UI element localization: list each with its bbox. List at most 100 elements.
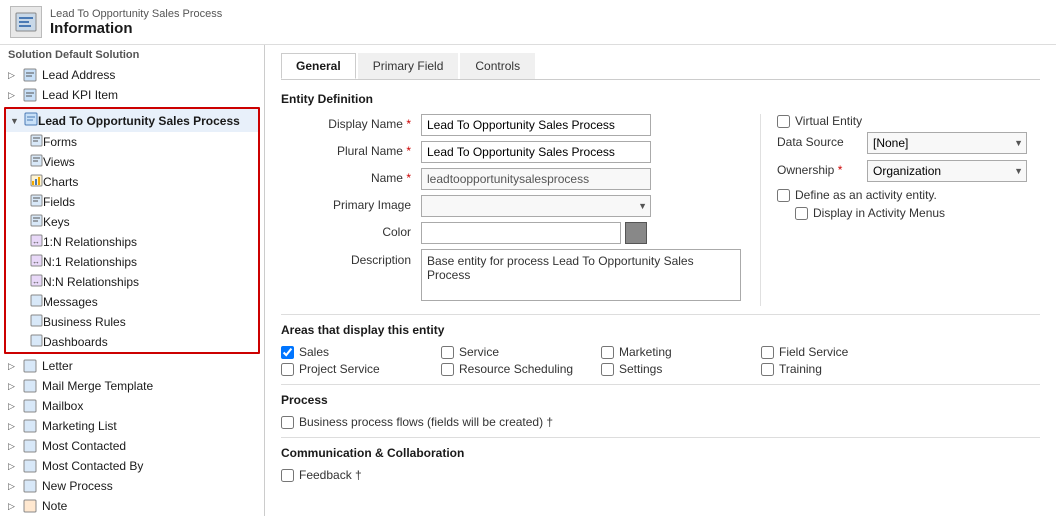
feedback-checkbox[interactable] xyxy=(281,469,294,482)
communication-header: Communication & Collaboration xyxy=(281,446,1040,460)
primary-image-value: ▼ xyxy=(421,195,760,217)
area-project-service-checkbox[interactable] xyxy=(281,363,294,376)
tab-primary-field[interactable]: Primary Field xyxy=(358,53,459,79)
svg-text:↔: ↔ xyxy=(32,277,40,286)
entity-definition-form: Display Name * Plural Name * xyxy=(281,114,1040,306)
divider-3 xyxy=(281,437,1040,438)
entity-icon xyxy=(22,418,38,434)
sidebar-child-n1[interactable]: ↔ N:1 Relationships xyxy=(6,252,258,272)
svg-text:↔: ↔ xyxy=(32,257,40,266)
ownership-label: Ownership * xyxy=(777,160,867,177)
tab-general[interactable]: General xyxy=(281,53,356,79)
area-settings: Settings xyxy=(601,362,761,376)
sidebar-item-marketing-list[interactable]: ▷ Marketing List xyxy=(0,416,264,436)
sidebar-child-dashboards[interactable]: Dashboards xyxy=(6,332,258,352)
1n-icon: ↔ xyxy=(30,234,43,250)
sidebar-item-lead-kpi[interactable]: ▷ Lead KPI Item xyxy=(0,85,264,105)
child-label: Views xyxy=(43,155,75,169)
expand-icon: ▷ xyxy=(8,441,20,452)
virtual-entity-checkbox[interactable] xyxy=(777,115,790,128)
area-field-service-checkbox[interactable] xyxy=(761,346,774,359)
define-activity-checkbox[interactable] xyxy=(777,189,790,202)
sidebar-child-messages[interactable]: Messages xyxy=(6,292,258,312)
sidebar-group-header[interactable]: ▼ Lead To Opportunity Sales Process xyxy=(6,109,258,132)
entity-icon xyxy=(22,478,38,494)
primary-image-select[interactable] xyxy=(421,195,651,217)
color-picker-button[interactable] xyxy=(625,222,647,244)
sidebar-child-forms[interactable]: Forms xyxy=(6,132,258,152)
sidebar-item-letter[interactable]: ▷ Letter xyxy=(0,356,264,376)
required-star: * xyxy=(406,144,411,158)
sidebar-child-business-rules[interactable]: Business Rules xyxy=(6,312,258,332)
name-input[interactable] xyxy=(421,168,651,190)
sidebar-child-1n[interactable]: ↔ 1:N Relationships xyxy=(6,232,258,252)
display-name-input[interactable] xyxy=(421,114,651,136)
group-label: Lead To Opportunity Sales Process xyxy=(38,114,240,128)
sidebar-child-charts[interactable]: Charts xyxy=(6,172,258,192)
area-service-checkbox[interactable] xyxy=(441,346,454,359)
sidebar-item-lead-address[interactable]: ▷ Lead Address xyxy=(0,65,264,85)
required-star: * xyxy=(406,117,411,131)
expand-icon: ▼ xyxy=(10,116,22,126)
child-label: Charts xyxy=(43,175,78,189)
child-label: Forms xyxy=(43,135,77,149)
sidebar-item-most-contacted[interactable]: ▷ Most Contacted xyxy=(0,436,264,456)
display-name-row: Display Name * xyxy=(281,114,760,136)
area-training-checkbox[interactable] xyxy=(761,363,774,376)
description-row: Description Base entity for process Lead… xyxy=(281,249,760,301)
sidebar-item-mail-merge[interactable]: ▷ Mail Merge Template xyxy=(0,376,264,396)
tab-controls[interactable]: Controls xyxy=(460,53,535,79)
expand-icon: ▷ xyxy=(8,70,20,81)
name-row: Name * xyxy=(281,168,760,190)
define-activity-row: Define as an activity entity. xyxy=(777,188,1040,202)
charts-icon xyxy=(30,174,43,190)
ownership-select[interactable]: Organization xyxy=(867,160,1027,182)
entity-icon xyxy=(22,498,38,514)
child-label: N:N Relationships xyxy=(43,275,139,289)
sidebar-child-keys[interactable]: Keys xyxy=(6,212,258,232)
area-sales-checkbox[interactable] xyxy=(281,346,294,359)
display-activity-row: Display in Activity Menus xyxy=(795,206,1040,220)
main-area: Solution Default Solution ▷ Lead Address… xyxy=(0,45,1056,516)
entity-icon xyxy=(22,67,38,83)
plural-name-value xyxy=(421,141,760,163)
sidebar-child-views[interactable]: Views xyxy=(6,152,258,172)
child-label: N:1 Relationships xyxy=(43,255,137,269)
area-marketing-checkbox[interactable] xyxy=(601,346,614,359)
ownership-row: Ownership * Organization ▼ xyxy=(777,160,1040,182)
area-training-label: Training xyxy=(779,362,822,376)
header-title: Lead To Opportunity Sales Process xyxy=(50,8,222,20)
sidebar-child-fields[interactable]: Fields xyxy=(6,192,258,212)
area-resource-scheduling-checkbox[interactable] xyxy=(441,363,454,376)
expand-icon: ▷ xyxy=(8,481,20,492)
display-name-label: Display Name * xyxy=(281,114,421,131)
data-source-value: [None] ▼ xyxy=(867,132,1040,154)
entity-icon xyxy=(22,87,38,103)
business-process-checkbox[interactable] xyxy=(281,416,294,429)
sidebar-child-nn[interactable]: ↔ N:N Relationships xyxy=(6,272,258,292)
area-marketing: Marketing xyxy=(601,345,761,359)
sidebar-item-label: Most Contacted By xyxy=(42,459,143,473)
color-value xyxy=(421,222,760,244)
color-input[interactable] xyxy=(421,222,621,244)
dashboards-icon xyxy=(30,334,43,350)
virtual-entity-row: Virtual Entity xyxy=(777,114,1040,128)
header-icon xyxy=(10,6,42,38)
business-rules-icon xyxy=(30,314,43,330)
area-settings-checkbox[interactable] xyxy=(601,363,614,376)
form-left-col: Display Name * Plural Name * xyxy=(281,114,760,306)
area-project-service: Project Service xyxy=(281,362,441,376)
sidebar-item-new-process[interactable]: ▷ New Process xyxy=(0,476,264,496)
child-label: Dashboards xyxy=(43,335,108,349)
child-label: 1:N Relationships xyxy=(43,235,137,249)
sidebar-item-most-contacted-by[interactable]: ▷ Most Contacted By xyxy=(0,456,264,476)
expand-icon: ▷ xyxy=(8,401,20,412)
name-label: Name * xyxy=(281,168,421,185)
expand-icon: ▷ xyxy=(8,421,20,432)
plural-name-input[interactable] xyxy=(421,141,651,163)
data-source-select[interactable]: [None] xyxy=(867,132,1027,154)
sidebar-item-mailbox[interactable]: ▷ Mailbox xyxy=(0,396,264,416)
n1-icon: ↔ xyxy=(30,254,43,270)
sidebar-item-note[interactable]: ▷ Note xyxy=(0,496,264,516)
display-activity-checkbox[interactable] xyxy=(795,207,808,220)
